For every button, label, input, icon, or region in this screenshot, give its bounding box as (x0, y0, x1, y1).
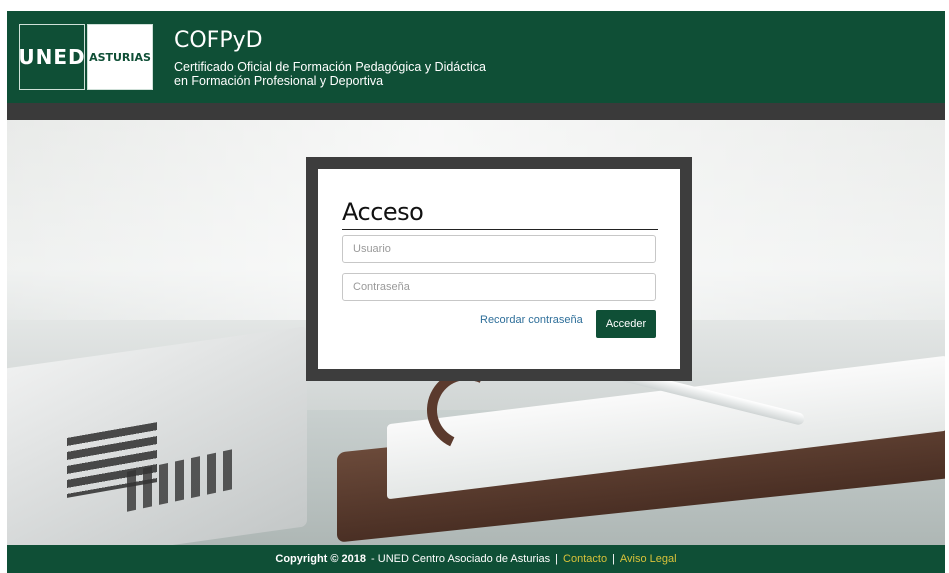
password-input[interactable] (342, 273, 656, 301)
asturias-logo-text: ASTURIAS (89, 50, 151, 64)
site-title: COFPyD (174, 28, 263, 53)
username-input[interactable] (342, 235, 656, 263)
footer-separator-2: | (612, 553, 615, 565)
footer-copyright: Copyright © 2018 (275, 553, 367, 565)
login-card: Acceso Recordar contraseña Acceder (318, 169, 680, 369)
site-subtitle-line2: en Formación Profesional y Deportiva (174, 74, 384, 88)
uned-logo-text: UNED (18, 45, 86, 69)
site-header: UNED ASTURIAS COFPyD Certificado Oficial… (7, 11, 945, 103)
footer-separator: | (555, 553, 559, 565)
site-subtitle: Certificado Oficial de Formación Pedagóg… (174, 60, 574, 88)
footer-contact-link[interactable]: Contacto (563, 553, 607, 565)
forgot-password-link[interactable]: Recordar contraseña (480, 314, 583, 326)
login-frame: Acceso Recordar contraseña Acceder (306, 157, 692, 381)
site-footer: Copyright © 2018 - UNED Centro Asociado … (7, 545, 945, 573)
background-laptop (7, 326, 307, 545)
footer-org: - UNED Centro Asociado de Asturias (371, 553, 551, 565)
uned-logo[interactable]: UNED (18, 24, 86, 90)
site-subtitle-line1: Certificado Oficial de Formación Pedagóg… (174, 60, 486, 74)
login-title: Acceso (342, 198, 424, 226)
footer-legal-link[interactable]: Aviso Legal (620, 553, 677, 565)
header-divider-bar (7, 103, 945, 120)
login-submit-button[interactable]: Acceder (596, 310, 656, 338)
asturias-logo[interactable]: ASTURIAS (87, 24, 153, 90)
login-title-underline (342, 229, 658, 230)
